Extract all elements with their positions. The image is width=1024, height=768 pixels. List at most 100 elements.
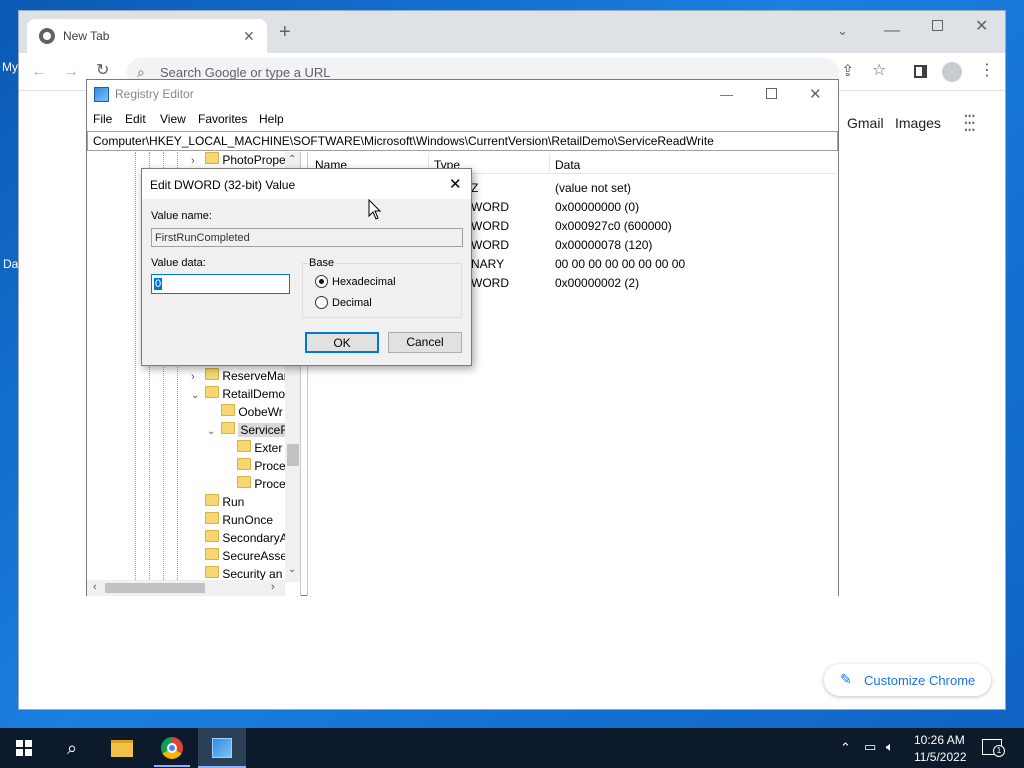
notification-count-badge: 1 (993, 745, 1005, 757)
action-center-icon[interactable]: 1 (982, 739, 1005, 757)
new-tab-icon[interactable]: + (279, 22, 291, 42)
start-button[interactable] (0, 728, 48, 768)
regedit-title: Registry Editor (115, 87, 194, 101)
profile-avatar-icon[interactable] (942, 62, 962, 82)
collapse-chevron-icon[interactable]: ⌄ (207, 426, 221, 437)
customize-chrome-label: Customize Chrome (864, 673, 976, 688)
hexadecimal-label[interactable]: Hexadecimal (332, 276, 396, 288)
scrollbar-thumb[interactable] (105, 583, 205, 593)
menu-file[interactable]: File (93, 112, 112, 126)
tree-item[interactable]: Proce (223, 458, 286, 476)
gmail-link[interactable]: Gmail (847, 115, 884, 131)
value-type: Z (471, 181, 479, 195)
tree-item-label: Proce (254, 459, 286, 473)
tree-item-label: ServiceR (238, 423, 292, 437)
desktop-icon-label[interactable]: My (2, 60, 18, 74)
folder-icon (205, 368, 219, 380)
expand-chevron-icon[interactable]: › (191, 371, 205, 383)
column-divider[interactable] (549, 154, 550, 172)
customize-chrome-button[interactable]: ✎ Customize Chrome (824, 664, 991, 696)
menu-favorites[interactable]: Favorites (198, 112, 247, 126)
chrome-tab[interactable]: New Tab ✕ (27, 19, 267, 53)
forward-icon[interactable]: → (63, 64, 79, 80)
tree-item-selected[interactable]: ⌄ ServiceR (207, 422, 292, 440)
minimize-icon[interactable]: — (884, 23, 900, 39)
close-window-icon[interactable]: ✕ (975, 19, 988, 35)
value-data: (value not set) (555, 181, 632, 195)
value-type: WORD (471, 276, 509, 290)
network-icon[interactable]: ▭ (864, 739, 876, 755)
maximize-icon[interactable] (932, 20, 943, 31)
search-button[interactable]: ⌕ (48, 728, 96, 768)
tree-item[interactable]: SecureAsse (191, 548, 287, 566)
chrome-icon (161, 737, 183, 759)
close-window-icon[interactable]: ✕ (809, 85, 822, 103)
regedit-titlebar[interactable]: Registry Editor — ✕ (87, 80, 838, 108)
tree-item[interactable]: SecondaryA (191, 530, 288, 548)
scroll-down-arrow-icon[interactable]: ⌄ (288, 564, 296, 575)
menu-view[interactable]: View (160, 112, 186, 126)
pencil-icon: ✎ (840, 671, 852, 687)
maximize-icon[interactable] (766, 88, 777, 99)
tree-item[interactable]: › ReserveMan (191, 368, 290, 386)
scrollbar-thumb[interactable] (287, 444, 299, 466)
tree-item[interactable]: ⌄ RetailDemo (191, 386, 285, 404)
share-icon[interactable]: ⇪ (841, 64, 854, 80)
scroll-left-arrow-icon[interactable]: ‹ (93, 581, 97, 593)
bookmark-star-icon[interactable]: ☆ (872, 63, 886, 79)
value-data-input[interactable]: 0 (151, 274, 290, 294)
decimal-label[interactable]: Decimal (332, 297, 372, 309)
regedit-taskbar-button[interactable] (198, 728, 246, 768)
tree-item[interactable]: Security an (191, 566, 282, 580)
close-tab-icon[interactable]: ✕ (243, 28, 255, 44)
tree-item[interactable]: RunOnce (191, 512, 273, 530)
value-name-field: FirstRunCompleted (151, 228, 463, 247)
folder-icon (205, 152, 219, 164)
tree-item-label: RetailDemo (222, 387, 286, 401)
tree-horizontal-scrollbar[interactable]: ‹ › (87, 580, 285, 596)
chrome-taskbar-button[interactable] (148, 728, 196, 768)
tree-item[interactable]: Run (191, 494, 244, 512)
folder-icon (205, 512, 219, 524)
tree-item[interactable]: Proce (223, 476, 286, 494)
expand-chevron-icon[interactable]: › (191, 155, 205, 167)
volume-icon[interactable]: 🔈︎ (886, 739, 894, 755)
menu-edit[interactable]: Edit (125, 112, 146, 126)
dialog-titlebar[interactable]: Edit DWORD (32-bit) Value ✕ (142, 169, 471, 199)
cancel-button[interactable]: Cancel (388, 332, 462, 353)
scroll-up-arrow-icon[interactable]: ⌃ (288, 154, 296, 165)
clock-time[interactable]: 10:26 AM (914, 733, 965, 747)
reload-icon[interactable]: ↻ (96, 63, 109, 79)
apps-grid-icon[interactable]: ⋅⋅⋅ ⋅⋅⋅ ⋅⋅⋅ (963, 107, 976, 139)
file-explorer-button[interactable] (98, 728, 146, 768)
tree-item-label: OobeWr (238, 405, 283, 419)
decimal-radio[interactable] (315, 296, 328, 309)
desktop-icon-label[interactable]: Da (3, 257, 18, 271)
menu-help[interactable]: Help (259, 112, 284, 126)
minimize-icon[interactable]: — (720, 87, 733, 102)
tree-item[interactable]: Exter (223, 440, 282, 458)
collapse-chevron-icon[interactable]: ⌄ (191, 390, 205, 401)
folder-icon (205, 548, 219, 560)
side-panel-icon[interactable] (914, 65, 927, 78)
show-hidden-icons-chevron-icon[interactable]: ⌃ (840, 740, 851, 756)
images-link[interactable]: Images (895, 115, 941, 131)
chrome-tab-strip: New Tab ✕ + ⌄ — ✕ (19, 11, 1005, 53)
clock-date[interactable]: 11/5/2022 (914, 750, 967, 764)
tree-item-label: Security an (222, 567, 283, 580)
column-header-data[interactable]: Data (555, 158, 580, 172)
tree-item[interactable]: OobeWr (207, 404, 283, 422)
hexadecimal-radio[interactable] (315, 275, 328, 288)
folder-icon (221, 422, 235, 434)
edit-dword-dialog: Edit DWORD (32-bit) Value ✕ Value name: … (141, 168, 472, 366)
menu-kebab-icon[interactable]: ⋮ (979, 63, 995, 79)
back-icon[interactable]: ← (31, 64, 47, 80)
scroll-right-arrow-icon[interactable]: › (271, 581, 275, 593)
taskbar: ⌕ ⌃ ▭ 🔈︎ 10:26 AM 11/5/2022 1 (0, 728, 1024, 768)
running-indicator (154, 765, 190, 767)
close-dialog-icon[interactable]: ✕ (449, 175, 462, 193)
address-bar[interactable]: Computer\HKEY_LOCAL_MACHINE\SOFTWARE\Mic… (87, 131, 838, 151)
value-name-label: Value name: (151, 210, 212, 222)
ok-button[interactable]: OK (305, 332, 379, 353)
tab-search-icon[interactable]: ⌄ (837, 23, 848, 39)
